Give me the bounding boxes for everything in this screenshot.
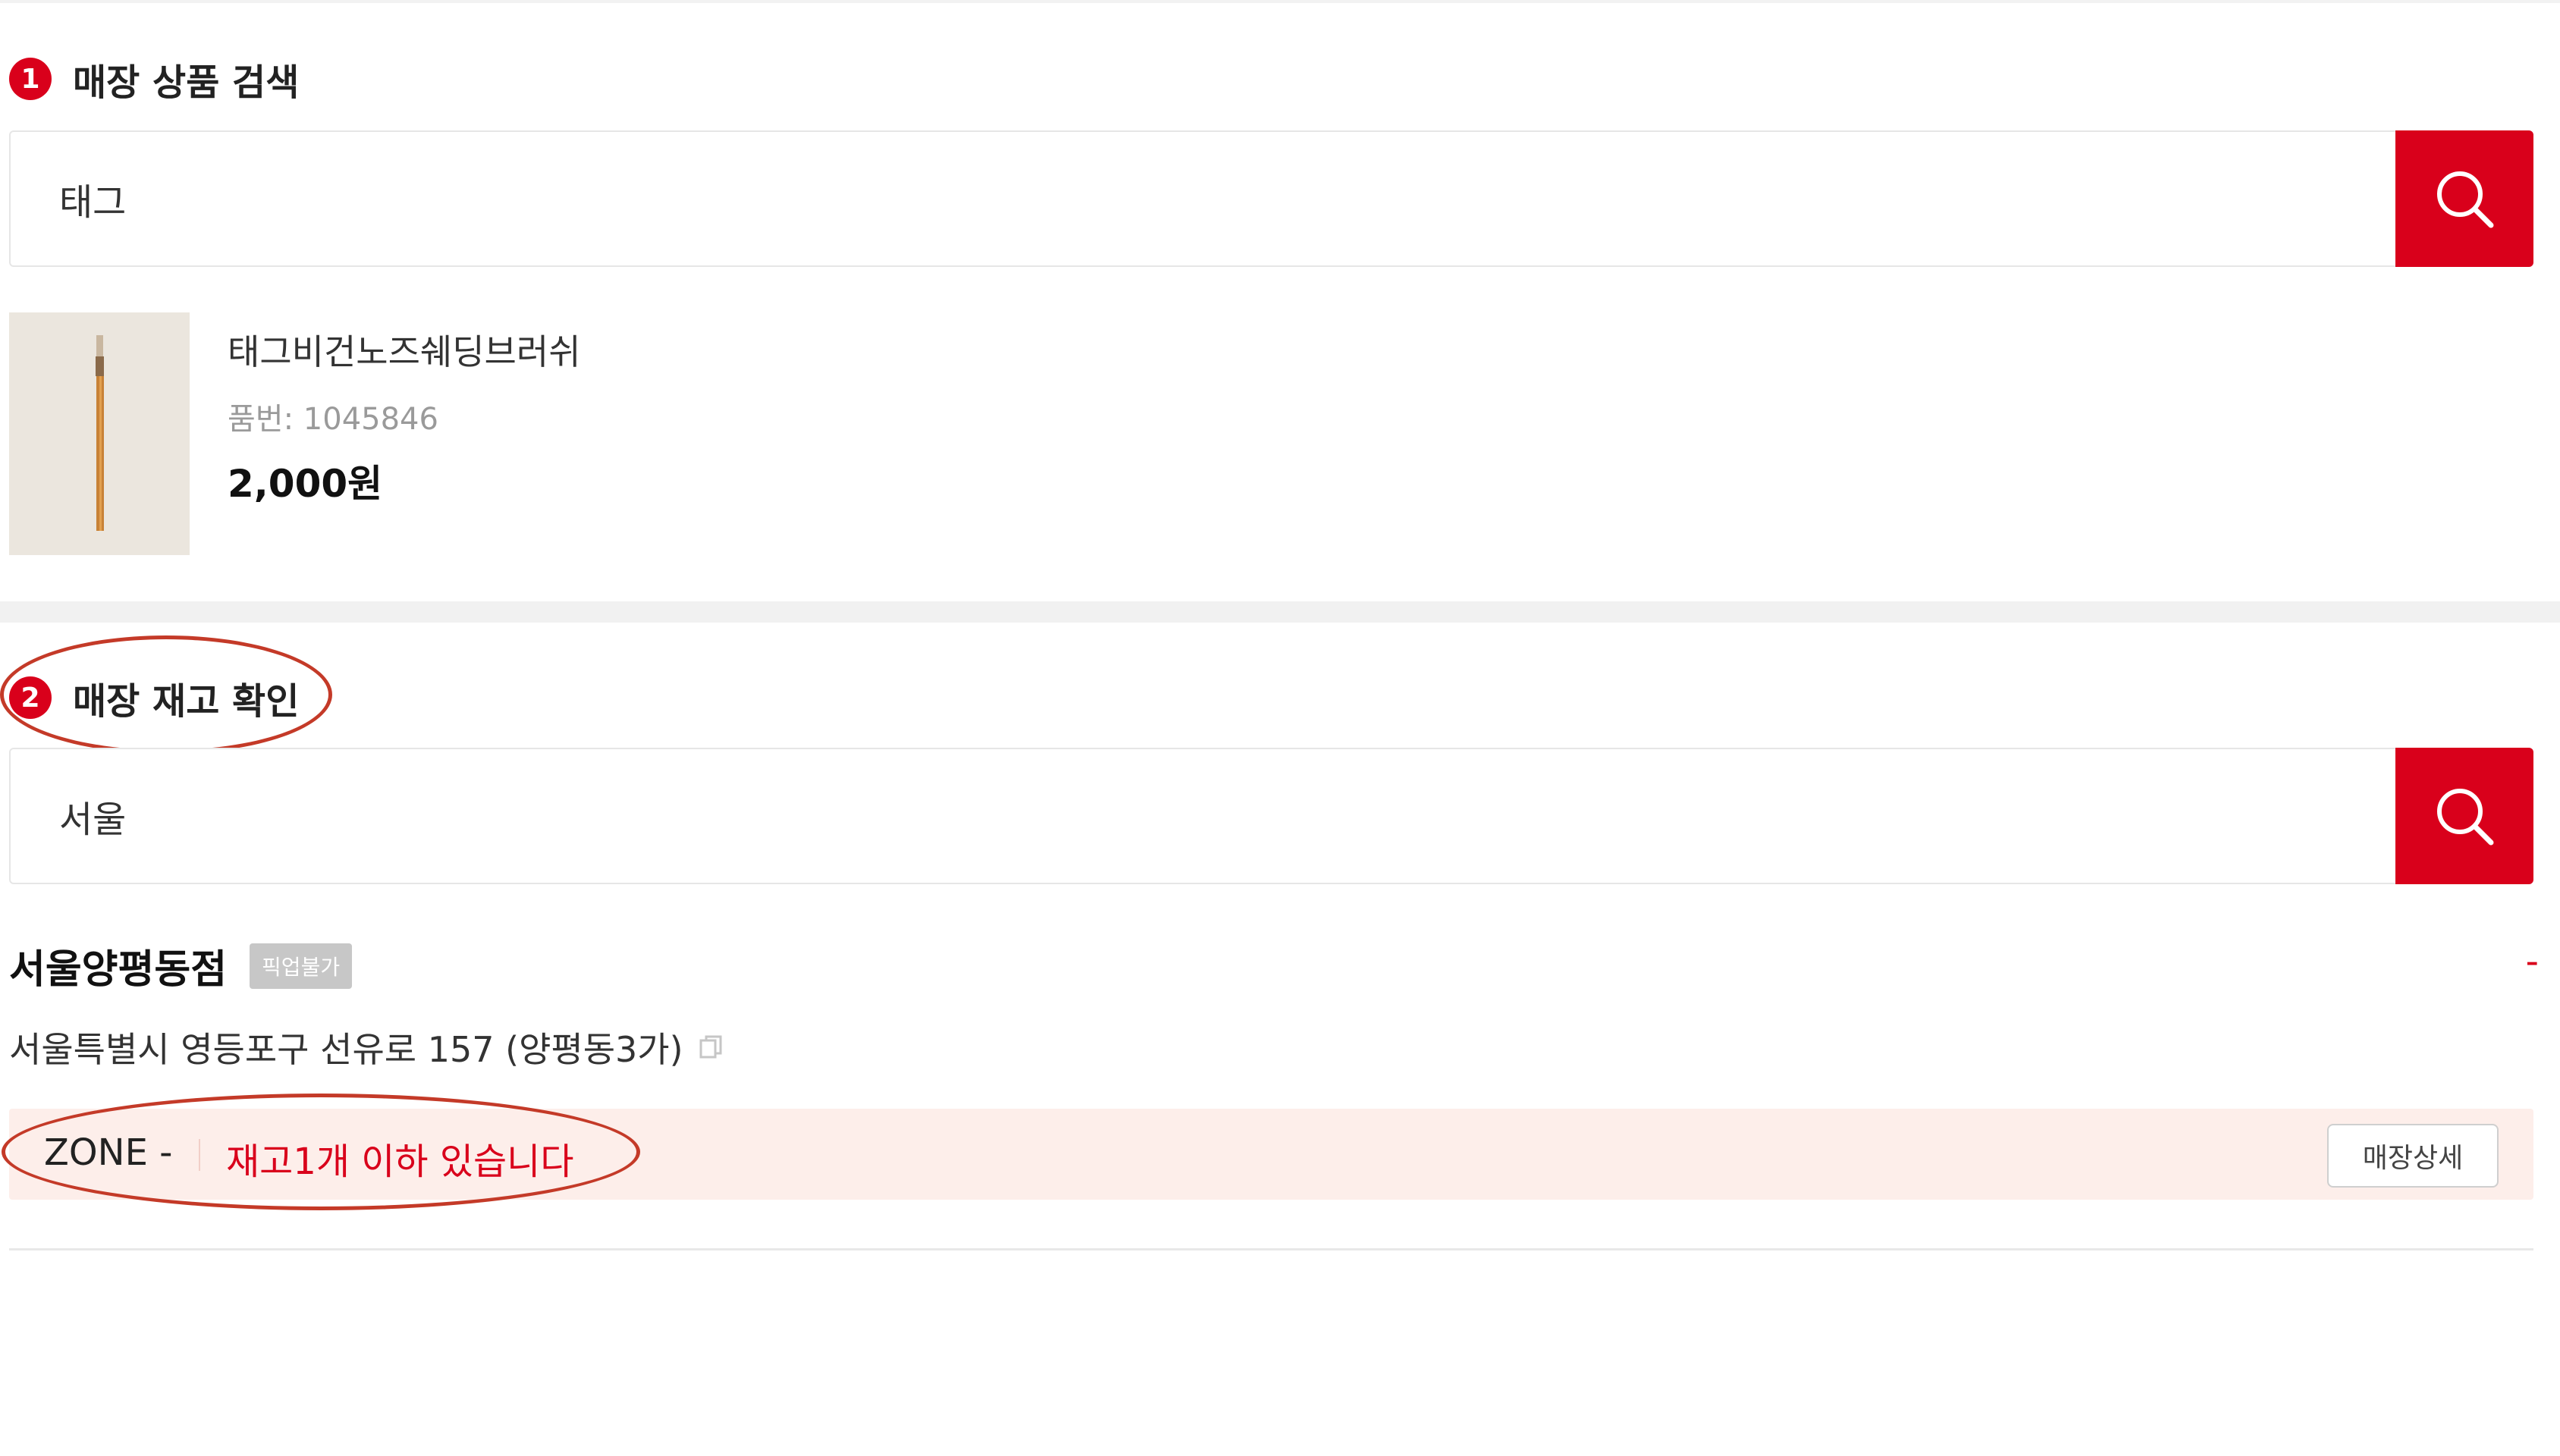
brush-image: [9, 312, 190, 555]
product-thumbnail[interactable]: [9, 312, 190, 555]
page: 1 매장 상품 검색 태그비건노즈쉐딩브러쉬 품번: 1045846 2,000…: [0, 0, 2560, 1456]
search-icon: [2437, 789, 2494, 846]
product-code: 품번: 1045846: [228, 402, 438, 437]
step-2-badge: 2: [9, 676, 52, 719]
product-search-box: [9, 130, 2533, 267]
stock-message: 재고1개 이하 있습니다: [226, 1141, 574, 1183]
stock-check-title: 매장 재고 확인: [73, 680, 300, 723]
product-name[interactable]: 태그비건노즈쉐딩브러쉬: [228, 325, 581, 375]
zone-label: ZONE -: [44, 1131, 173, 1174]
store-name: 서울양평동점: [9, 947, 228, 993]
pickup-status-badge: 픽업불가: [250, 943, 353, 989]
product-price: 2,000원: [228, 462, 383, 506]
store-status-indicator: -: [2525, 940, 2539, 983]
section-divider: [0, 601, 2560, 623]
step-1-badge: 1: [9, 58, 52, 100]
product-search-title: 매장 상품 검색: [73, 61, 300, 104]
product-result-item[interactable]: 태그비건노즈쉐딩브러쉬 품번: 1045846 2,000원: [9, 312, 2543, 555]
store-detail-button[interactable]: 매장상세: [2327, 1124, 2499, 1188]
product-search-button[interactable]: [2395, 130, 2533, 267]
product-search-heading: 1 매장 상품 검색: [9, 55, 300, 104]
top-divider: [0, 0, 2560, 3]
product-search-input[interactable]: [12, 133, 2394, 264]
copy-icon[interactable]: [697, 1034, 724, 1061]
store-name-row: 서울양평동점 픽업불가: [9, 937, 353, 994]
store-search-input[interactable]: [12, 751, 2394, 881]
stock-check-heading: 2 매장 재고 확인: [9, 673, 300, 723]
store-search-box: [9, 748, 2533, 884]
store-address-row: 서울특별시 영등포구 선유로 157 (양평동3가): [9, 1022, 724, 1072]
stock-info-bar: ZONE - 재고1개 이하 있습니다 매장상세: [9, 1109, 2533, 1200]
store-search-button[interactable]: [2395, 748, 2533, 884]
store-address: 서울특별시 영등포구 선유로 157 (양평동3가): [9, 1029, 683, 1070]
search-icon: [2437, 171, 2494, 228]
zone-separator: [199, 1139, 200, 1171]
bottom-divider: [9, 1248, 2533, 1250]
